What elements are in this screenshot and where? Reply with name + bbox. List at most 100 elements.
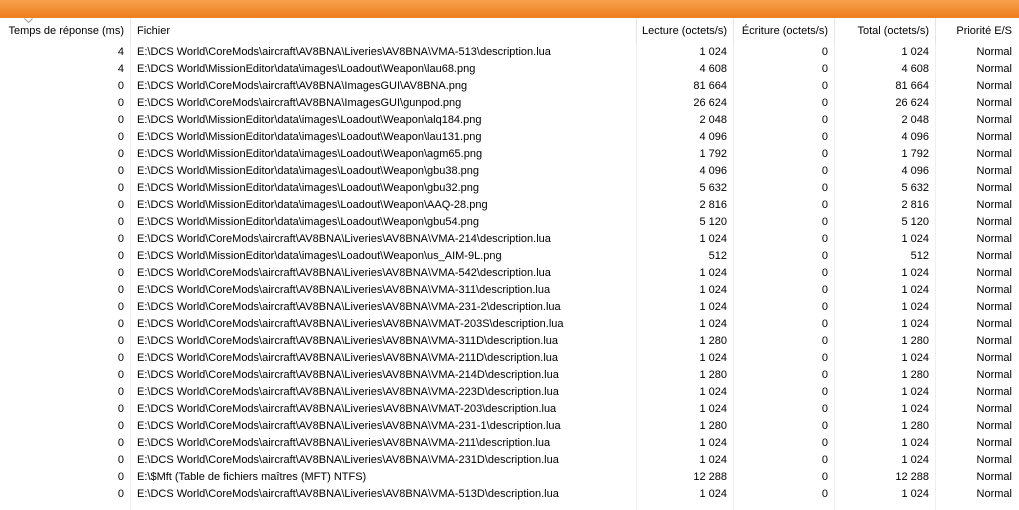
file-path-cell: E:\DCS World\MissionEditor\data\images\L… (137, 199, 488, 211)
column-header-label: Lecture (octets/s) (642, 25, 727, 37)
total-rate-cell: 5 120 (901, 216, 929, 228)
table-row[interactable]: 0 E:\DCS World\CoreMods\aircraft\AV8BNA\L… (0, 350, 1019, 367)
total-rate-cell: 2 048 (901, 114, 929, 126)
table-row[interactable]: 0 E:\DCS World\CoreMods\aircraft\AV8BNA\L… (0, 486, 1019, 503)
response-time-cell: 0 (117, 335, 124, 347)
io-priority-cell: Normal (976, 301, 1012, 313)
write-rate-cell: 0 (821, 471, 828, 483)
file-path-cell: E:\DCS World\CoreMods\aircraft\AV8BNA\Li… (137, 267, 551, 279)
read-rate-cell: 81 664 (693, 80, 727, 92)
table-row[interactable]: 4 E:\DCS World\CoreMods\aircraft\AV8BNA\L… (0, 44, 1019, 61)
response-time-cell: 0 (117, 369, 124, 381)
table-row[interactable]: 0 E:\DCS World\CoreMods\aircraft\AV8BNA\I… (0, 95, 1019, 112)
total-rate-cell: 1 024 (901, 301, 929, 313)
file-path-cell: E:\DCS World\CoreMods\aircraft\AV8BNA\Li… (137, 454, 559, 466)
table-row[interactable]: 0 E:\DCS World\CoreMods\aircraft\AV8BNA\L… (0, 401, 1019, 418)
response-time-cell: 0 (117, 437, 124, 449)
column-header-read[interactable]: Lecture (octets/s) (637, 18, 733, 44)
write-rate-cell: 0 (821, 233, 828, 245)
read-rate-cell: 1 024 (699, 403, 727, 415)
file-path-cell: E:\DCS World\CoreMods\aircraft\AV8BNA\Im… (137, 80, 468, 92)
io-priority-cell: Normal (976, 250, 1012, 262)
read-rate-cell: 1 024 (699, 454, 727, 466)
io-priority-cell: Normal (976, 114, 1012, 126)
column-header-io-priority[interactable]: Priorité E/S (936, 18, 1019, 44)
write-rate-cell: 0 (821, 63, 828, 75)
table-row[interactable]: 0 E:\DCS World\CoreMods\aircraft\AV8BNA\L… (0, 384, 1019, 401)
table-row[interactable]: 0 E:\DCS World\CoreMods\aircraft\AV8BNA\L… (0, 367, 1019, 384)
read-rate-cell: 1 024 (699, 267, 727, 279)
io-priority-cell: Normal (976, 335, 1012, 347)
read-rate-cell: 26 624 (693, 97, 727, 109)
table-row[interactable]: 0 E:\$Mft (Table de fichiers maîtres (MFT… (0, 469, 1019, 486)
table-row[interactable]: 0 E:\DCS World\CoreMods\aircraft\AV8BNA\L… (0, 418, 1019, 435)
table-row[interactable]: 0 E:\DCS World\MissionEditor\data\images\… (0, 146, 1019, 163)
io-priority-cell: Normal (976, 63, 1012, 75)
table-row[interactable]: 0 E:\DCS World\CoreMods\aircraft\AV8BNA\L… (0, 282, 1019, 299)
file-path-cell: E:\DCS World\CoreMods\aircraft\AV8BNA\Li… (137, 233, 551, 245)
column-header-write[interactable]: Écriture (octets/s) (734, 18, 834, 44)
file-path-cell: E:\DCS World\MissionEditor\data\images\L… (137, 216, 480, 228)
table-row[interactable]: 0 E:\DCS World\MissionEditor\data\images\… (0, 129, 1019, 146)
write-rate-cell: 0 (821, 352, 828, 364)
write-rate-cell: 0 (821, 488, 828, 500)
table-row[interactable]: 4 E:\DCS World\MissionEditor\data\images\… (0, 61, 1019, 78)
table-row[interactable]: 0 E:\DCS World\CoreMods\aircraft\AV8BNA\L… (0, 316, 1019, 333)
response-time-cell: 0 (117, 318, 124, 330)
table-row[interactable]: 0 E:\DCS World\CoreMods\aircraft\AV8BNA\L… (0, 452, 1019, 469)
table-row[interactable]: 0 E:\DCS World\MissionEditor\data\images\… (0, 180, 1019, 197)
total-rate-cell: 5 632 (901, 182, 929, 194)
table-row[interactable]: 0 E:\DCS World\CoreMods\aircraft\AV8BNA\L… (0, 265, 1019, 282)
io-priority-cell: Normal (976, 437, 1012, 449)
response-time-cell: 0 (117, 233, 124, 245)
response-time-cell: 0 (117, 471, 124, 483)
io-priority-cell: Normal (976, 369, 1012, 381)
total-rate-cell: 1 024 (901, 284, 929, 296)
column-header-file[interactable]: Fichier (131, 18, 636, 44)
column-header-response-time[interactable]: Temps de réponse (ms) (0, 18, 130, 44)
read-rate-cell: 512 (708, 250, 727, 262)
read-rate-cell: 1 024 (699, 46, 727, 58)
read-rate-cell: 1 024 (699, 284, 727, 296)
table-row[interactable]: 0 E:\DCS World\MissionEditor\data\images\… (0, 163, 1019, 180)
write-rate-cell: 0 (821, 165, 828, 177)
response-time-cell: 0 (117, 97, 124, 109)
total-rate-cell: 1 024 (901, 386, 929, 398)
file-path-cell: E:\DCS World\MissionEditor\data\images\L… (137, 114, 482, 126)
response-time-cell: 0 (117, 386, 124, 398)
table-row[interactable]: 0 E:\DCS World\CoreMods\aircraft\AV8BNA\L… (0, 435, 1019, 452)
table-row[interactable]: 0 E:\DCS World\CoreMods\aircraft\AV8BNA\L… (0, 333, 1019, 350)
io-priority-cell: Normal (976, 488, 1012, 500)
response-time-cell: 0 (117, 403, 124, 415)
total-rate-cell: 4 096 (901, 131, 929, 143)
response-time-cell: 0 (117, 199, 124, 211)
table-row[interactable]: 0 E:\DCS World\MissionEditor\data\images\… (0, 248, 1019, 265)
io-priority-cell: Normal (976, 352, 1012, 364)
read-rate-cell: 1 280 (699, 369, 727, 381)
response-time-cell: 0 (117, 80, 124, 92)
table-row[interactable]: 0 E:\DCS World\CoreMods\aircraft\AV8BNA\L… (0, 299, 1019, 316)
response-time-cell: 0 (117, 284, 124, 296)
table-row[interactable]: 0 E:\DCS World\MissionEditor\data\images\… (0, 197, 1019, 214)
file-path-cell: E:\DCS World\CoreMods\aircraft\AV8BNA\Li… (137, 488, 559, 500)
write-rate-cell: 0 (821, 46, 828, 58)
table-row[interactable]: 0 E:\DCS World\MissionEditor\data\images\… (0, 112, 1019, 129)
table-row[interactable]: 0 E:\DCS World\MissionEditor\data\images\… (0, 214, 1019, 231)
total-rate-cell: 1 024 (901, 437, 929, 449)
table-row[interactable]: 0 E:\DCS World\CoreMods\aircraft\AV8BNA\L… (0, 231, 1019, 248)
response-time-cell: 0 (117, 131, 124, 143)
disk-activity-table[interactable]: Temps de réponse (ms) Fichier Lecture (o… (0, 18, 1019, 510)
write-rate-cell: 0 (821, 386, 828, 398)
write-rate-cell: 0 (821, 369, 828, 381)
column-header-label: Total (octets/s) (857, 25, 929, 37)
total-rate-cell: 1 280 (901, 420, 929, 432)
write-rate-cell: 0 (821, 97, 828, 109)
table-row[interactable]: 0 E:\DCS World\CoreMods\aircraft\AV8BNA\I… (0, 78, 1019, 95)
read-rate-cell: 4 096 (699, 131, 727, 143)
column-header-label: Priorité E/S (956, 25, 1012, 37)
io-priority-cell: Normal (976, 420, 1012, 432)
io-priority-cell: Normal (976, 46, 1012, 58)
column-header-total[interactable]: Total (octets/s) (835, 18, 935, 44)
read-rate-cell: 4 096 (699, 165, 727, 177)
total-rate-cell: 1 280 (901, 369, 929, 381)
